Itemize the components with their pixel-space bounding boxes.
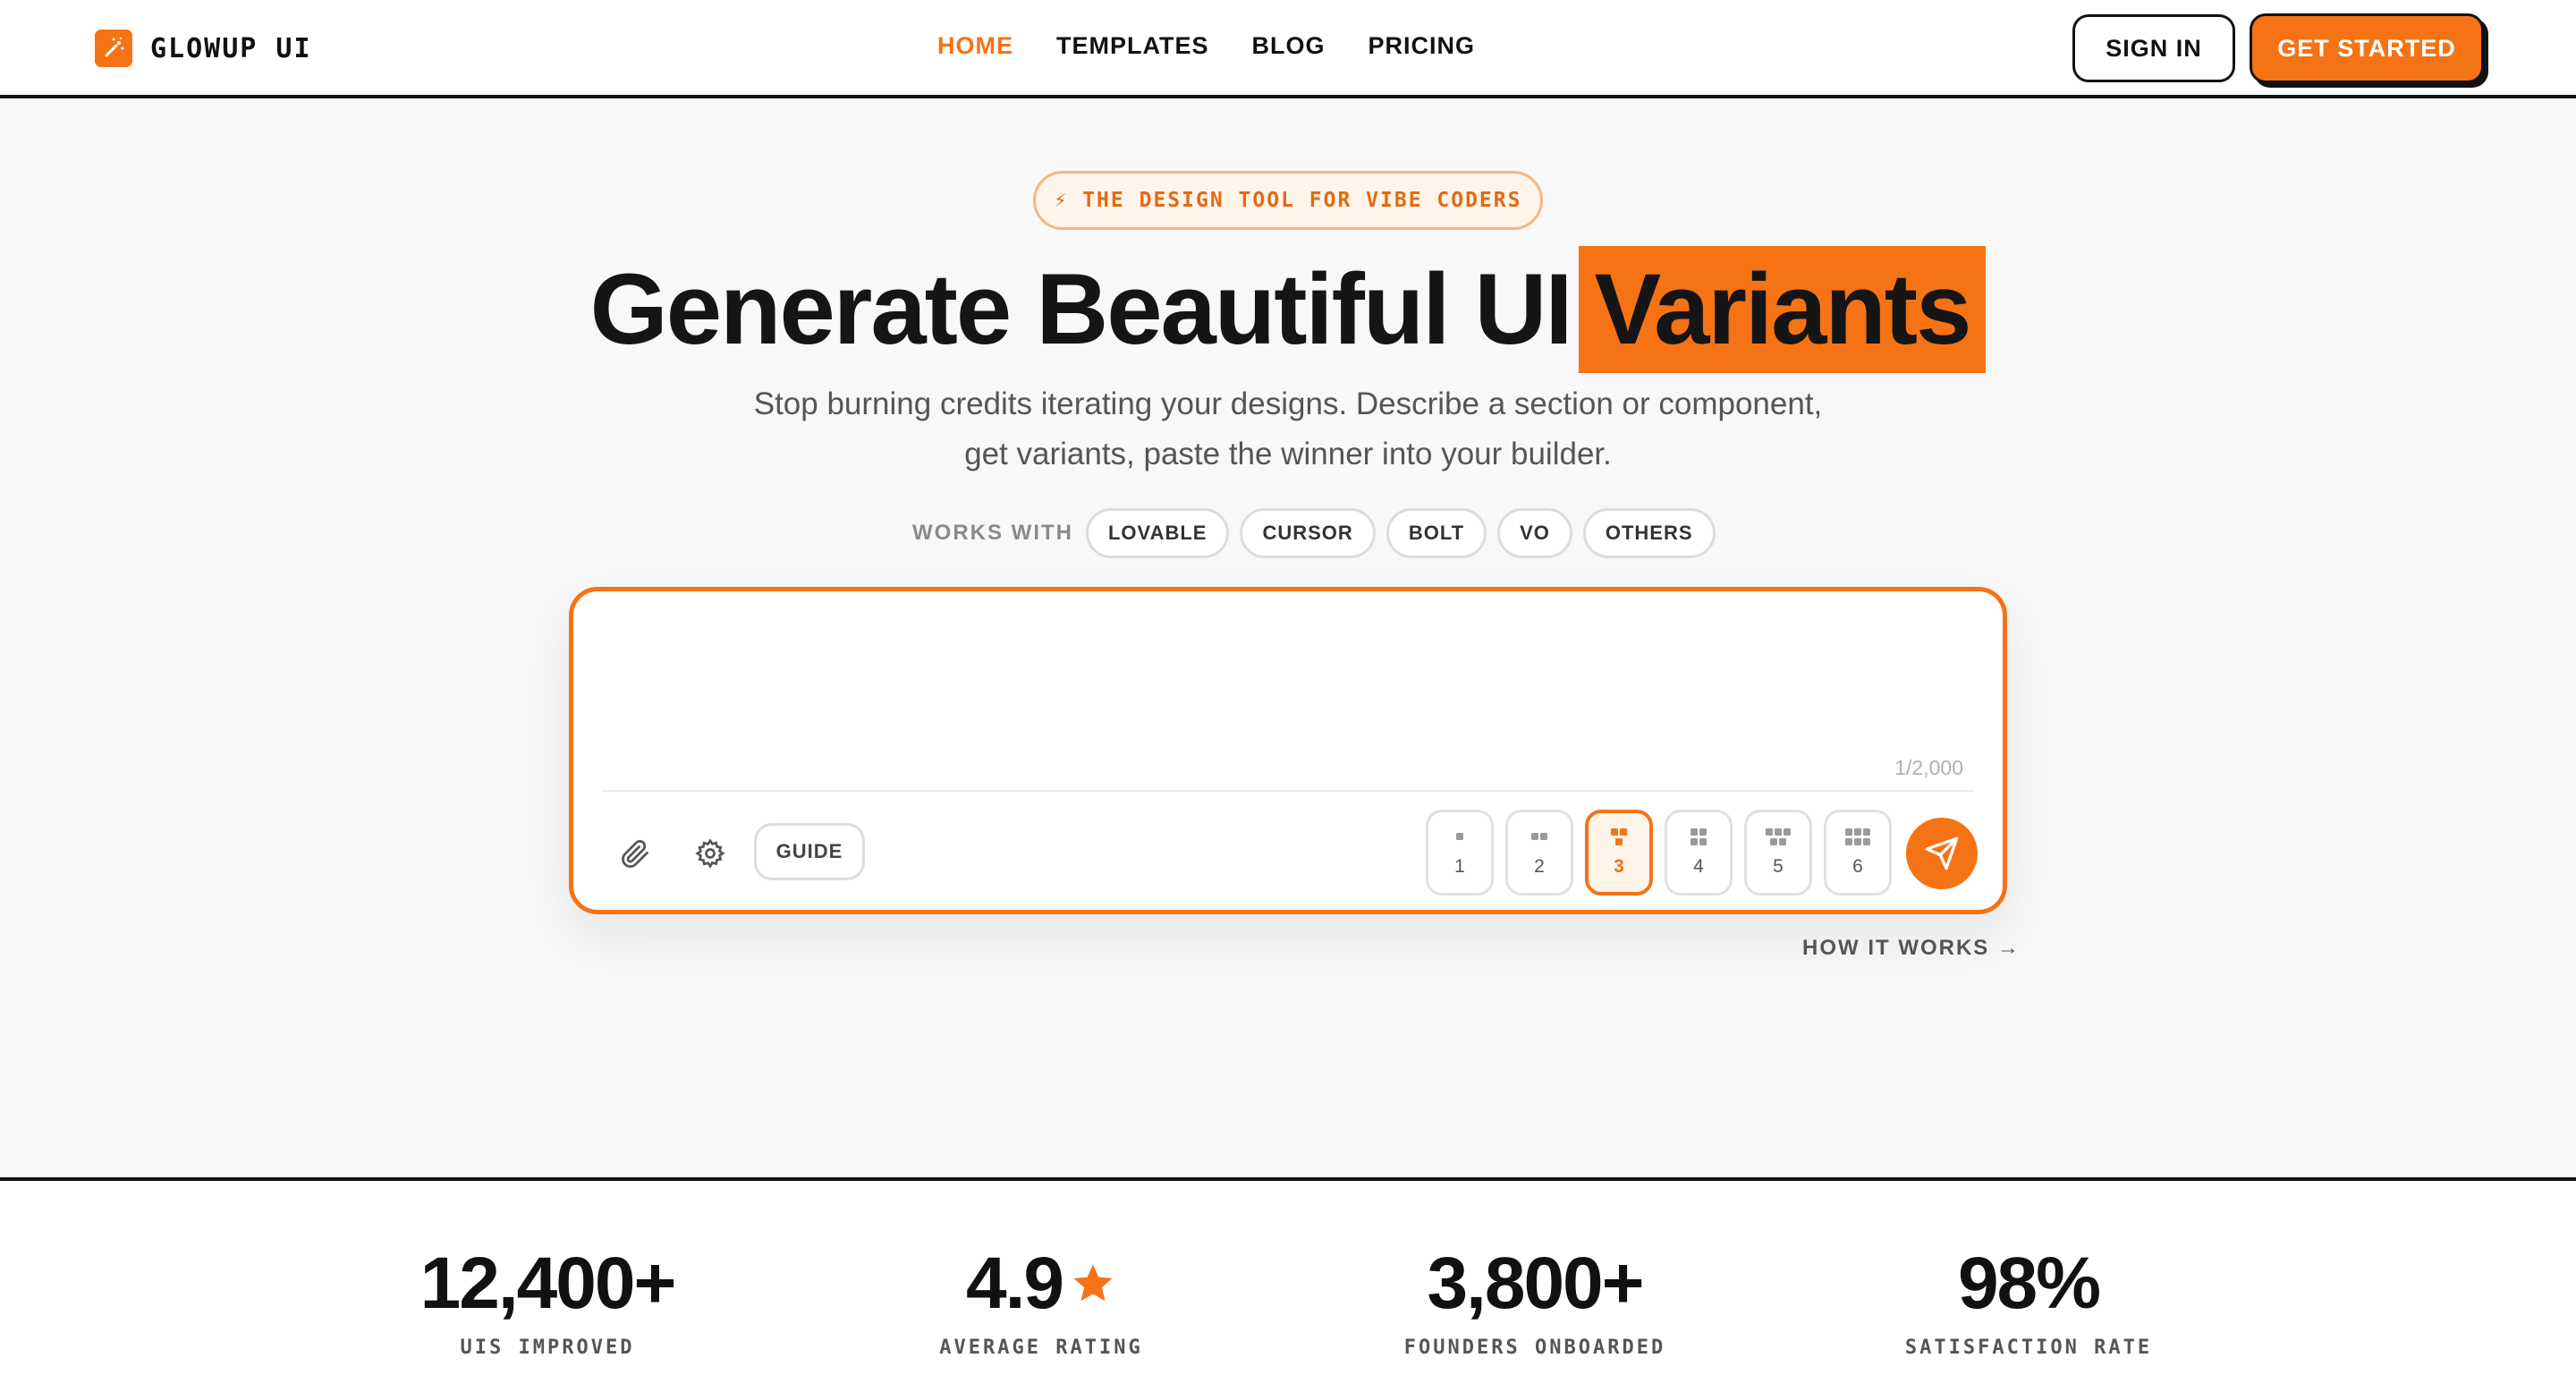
stat-value: 12,400+ <box>419 1243 677 1324</box>
subtitle-line: get variants, paste the winner into your… <box>964 437 1612 471</box>
grid-6-icon <box>1845 828 1870 845</box>
stats-bar: 12,400+ UIS IMPROVED 4.9 AVERAGE RATING … <box>0 1177 2576 1392</box>
variant-number: 5 <box>1773 856 1784 877</box>
stat-founders-onboarded: 3,800+ FOUNDERS ONBOARDED <box>1356 1243 1714 1360</box>
paperclip-icon[interactable] <box>613 831 657 876</box>
stat-average-rating: 4.9 AVERAGE RATING <box>862 1243 1220 1360</box>
variant-option-3[interactable]: 3 <box>1585 810 1653 895</box>
variant-number: 3 <box>1614 856 1624 877</box>
send-button[interactable] <box>1906 818 1978 889</box>
builder-chip-cursor[interactable]: CURSOR <box>1240 508 1376 558</box>
logo[interactable]: GLOWUP UI <box>95 29 312 68</box>
variant-option-5[interactable]: 5 <box>1744 810 1812 895</box>
guide-button[interactable]: GUIDE <box>754 823 865 880</box>
main-nav: HOME TEMPLATES BLOG PRICING <box>937 32 1518 60</box>
grid-2-icon <box>1531 833 1547 840</box>
variant-option-1[interactable]: 1 <box>1426 810 1494 895</box>
how-it-works-link[interactable]: HOW IT WORKS → <box>1802 936 2021 961</box>
prompt-input[interactable] <box>600 613 1978 747</box>
brand-name: GLOWUP UI <box>150 32 312 64</box>
prompt-box: 1/2,000 GUIDE 1 2 3 4 5 6 <box>569 587 2007 914</box>
nav-home[interactable]: HOME <box>937 32 1013 60</box>
star-icon <box>1073 1264 1113 1302</box>
variant-option-6[interactable]: 6 <box>1824 810 1892 895</box>
builder-chip-vo[interactable]: VO <box>1497 508 1572 558</box>
works-with-label: WORKS WITH <box>912 521 1073 545</box>
variant-option-2[interactable]: 2 <box>1505 810 1573 895</box>
get-started-button[interactable]: GET STARTED <box>2250 13 2484 83</box>
builder-chip-lovable[interactable]: LOVABLE <box>1085 508 1230 558</box>
hero-subtitle: Stop burning credits iterating your desi… <box>662 379 1914 480</box>
stat-label: FOUNDERS ONBOARDED <box>1403 1337 1666 1359</box>
grid-1-icon <box>1456 833 1463 840</box>
tagline-badge: ⚡ THE DESIGN TOOL FOR VIBE CODERS <box>1033 171 1543 230</box>
variant-number: 6 <box>1852 856 1863 877</box>
stat-value: 4.9 <box>966 1243 1064 1324</box>
hero-title-highlight: Variants <box>1578 246 1987 373</box>
nav-pricing[interactable]: PRICING <box>1368 32 1476 60</box>
works-with-row: WORKS WITH LOVABLE CURSOR BOLT VO OTHERS <box>912 508 1726 558</box>
stat-label: SATISFACTION RATE <box>1904 1337 2153 1359</box>
sign-in-button[interactable]: SIGN IN <box>2072 14 2235 82</box>
site-header: GLOWUP UI HOME TEMPLATES BLOG PRICING SI… <box>0 0 2576 98</box>
variant-option-4[interactable]: 4 <box>1665 810 1733 895</box>
stat-value: 3,800+ <box>1427 1243 1644 1324</box>
variant-number: 4 <box>1693 856 1704 877</box>
subtitle-line: Stop burning credits iterating your desi… <box>753 386 1823 421</box>
character-counter: 1/2,000 <box>1894 756 1963 779</box>
nav-blog[interactable]: BLOG <box>1252 32 1326 60</box>
stat-satisfaction-rate: 98% SATISFACTION RATE <box>1850 1243 2207 1360</box>
grid-5-icon <box>1766 828 1791 845</box>
builder-chip-bolt[interactable]: BOLT <box>1385 508 1487 558</box>
grid-4-icon <box>1690 828 1707 845</box>
hero-title: Generate Beautiful UI Variants <box>0 238 2576 381</box>
divider <box>602 790 1974 792</box>
stat-label: AVERAGE RATING <box>939 1337 1143 1359</box>
hero-title-main: Generate Beautiful UI <box>589 253 1573 365</box>
builder-chip-others[interactable]: OTHERS <box>1582 508 1716 558</box>
gear-icon[interactable] <box>688 831 733 876</box>
stat-label: UIS IMPROVED <box>460 1337 635 1359</box>
nav-templates[interactable]: TEMPLATES <box>1056 32 1209 60</box>
stat-uis-improved: 12,400+ UIS IMPROVED <box>369 1243 726 1360</box>
variant-number: 2 <box>1534 856 1545 877</box>
variant-number: 1 <box>1454 856 1465 877</box>
stat-value: 98% <box>1957 1243 2101 1324</box>
variant-count-selector: 1 2 3 4 5 6 <box>1426 810 1903 895</box>
send-icon <box>1925 836 1959 870</box>
grid-3-icon <box>1611 828 1627 845</box>
magic-wand-icon <box>95 30 132 67</box>
stat-value-row: 4.9 <box>862 1243 1220 1324</box>
